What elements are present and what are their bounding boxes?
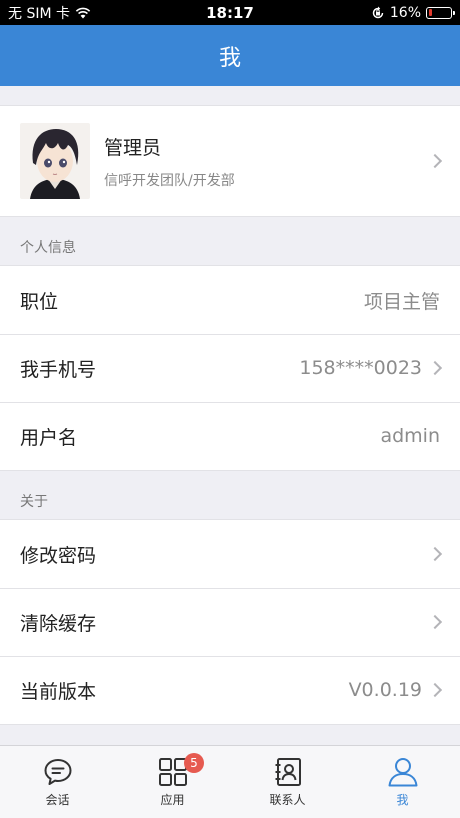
battery-icon	[426, 6, 455, 19]
chevron-right-icon	[427, 153, 443, 169]
row-username: 用户名 admin	[0, 402, 460, 470]
tab-apps[interactable]: 5 应用	[115, 746, 230, 818]
row-phone[interactable]: 我手机号 158****0023	[0, 334, 460, 402]
profile-card[interactable]: 管理员 信呼开发团队/开发部	[0, 105, 460, 217]
tab-chat[interactable]: 会话	[0, 746, 115, 818]
row-position: 职位 项目主管	[0, 266, 460, 334]
section-header-personal: 个人信息	[20, 240, 76, 256]
apps-badge: 5	[184, 753, 204, 773]
section-header-about: 关于	[20, 494, 48, 510]
row-value: admin	[380, 425, 440, 447]
profile-name: 管理员	[104, 136, 162, 159]
battery-percent: 16%	[389, 4, 421, 21]
row-label: 职位	[20, 290, 59, 313]
row-label: 用户名	[20, 426, 78, 449]
chevron-right-icon	[427, 614, 443, 630]
row-value: 158****0023	[299, 357, 422, 379]
row-value: 项目主管	[363, 290, 440, 313]
contacts-icon	[275, 758, 301, 786]
row-label: 当前版本	[20, 680, 97, 703]
tab-label: 应用	[160, 793, 185, 807]
tab-me[interactable]: 我	[345, 746, 460, 818]
carrier-label: 无 SIM 卡	[8, 5, 70, 22]
avatar	[20, 123, 90, 199]
row-label: 清除缓存	[20, 612, 97, 635]
person-icon	[388, 758, 417, 787]
chevron-right-icon	[427, 682, 443, 698]
tab-contacts[interactable]: 联系人	[230, 746, 345, 818]
chat-bubble-icon	[44, 759, 71, 785]
personal-info-group: 职位 项目主管 我手机号 158****0023 用户名 admin	[0, 265, 460, 471]
orientation-lock-icon	[372, 6, 384, 18]
nav-bar: 我	[0, 25, 460, 86]
tab-label: 联系人	[269, 793, 306, 807]
tab-label: 我	[396, 793, 409, 807]
row-label: 修改密码	[20, 544, 97, 567]
chevron-right-icon	[427, 546, 443, 562]
row-value: V0.0.19	[348, 679, 422, 701]
tab-bar: 会话 5 应用 联系人 我	[0, 745, 460, 818]
status-bar: 无 SIM 卡 18:17 16%	[0, 0, 460, 25]
profile-org: 信呼开发团队/开发部	[104, 172, 235, 189]
row-change-password[interactable]: 修改密码	[0, 520, 460, 588]
row-clear-cache[interactable]: 清除缓存	[0, 588, 460, 656]
wifi-icon	[75, 7, 91, 18]
about-group: 修改密码 清除缓存 当前版本 V0.0.19	[0, 519, 460, 725]
row-label: 我手机号	[20, 358, 97, 381]
page-title: 我	[218, 45, 241, 71]
chevron-right-icon	[427, 360, 443, 376]
tab-label: 会话	[45, 793, 70, 807]
row-version[interactable]: 当前版本 V0.0.19	[0, 656, 460, 724]
